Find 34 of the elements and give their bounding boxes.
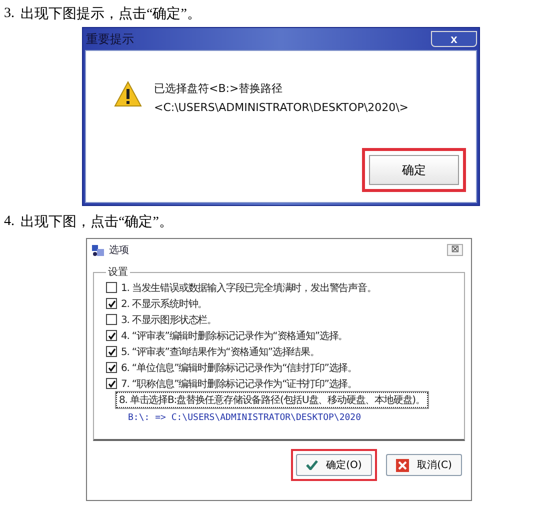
- dialog-title: 重要提示: [86, 30, 134, 48]
- option-label: 6. “单位信息”编辑时删除标记记录作为“信封打印”选择。: [121, 362, 358, 374]
- step-number: 4.: [4, 214, 14, 230]
- checkbox[interactable]: [106, 282, 117, 293]
- select-drive-button[interactable]: 8. 单击选择B:盘替换任意存储设备路径(包括U盘、移动硬盘、本地硬盘)。: [116, 392, 428, 408]
- ok-button[interactable]: 确定: [369, 155, 459, 185]
- option-label: 2. 不显示系统时钟。: [121, 298, 208, 310]
- close-button[interactable]: x: [431, 31, 477, 47]
- close-button[interactable]: ⊠: [447, 244, 463, 256]
- checkbox[interactable]: [106, 378, 117, 389]
- step-text: 出现下图，点击“确定”。: [20, 213, 173, 231]
- warning-icon: [114, 81, 142, 107]
- step-text: 出现下图提示，点击“确定”。: [20, 5, 201, 23]
- option-label: 3. 不显示图形状态栏。: [121, 314, 217, 326]
- cancel-button[interactable]: 取消(C): [386, 454, 462, 476]
- dialog-title: 选项: [109, 244, 129, 257]
- checkbox[interactable]: [106, 362, 117, 373]
- message-text: 已选择盘符<B:>替换路径: [154, 81, 284, 96]
- option-label: 4. “评审表”编辑时删除标记记录作为“资格通知”选择。: [121, 330, 348, 342]
- option-label: 1. 当发生错误或数据输入字段已完全填满时，发出警告声音。: [121, 282, 376, 294]
- group-title: 设置: [107, 266, 129, 279]
- app-icon: [91, 243, 105, 257]
- close-icon: [396, 458, 410, 472]
- ok-button[interactable]: 确定(O): [296, 454, 372, 476]
- checkbox[interactable]: [106, 298, 117, 309]
- step-number: 3.: [4, 6, 14, 22]
- checkbox[interactable]: [106, 346, 117, 357]
- option-label: 5. “评审表”查询结果作为“资格通知”选择结果。: [121, 346, 320, 358]
- message-text: <C:\USERS\ADMINISTRATOR\DESKTOP\2020\>: [154, 101, 409, 114]
- check-icon: [306, 460, 318, 470]
- path-text: B:\: => C:\USERS\ADMINISTRATOR\DESKTOP\2020: [128, 413, 362, 423]
- checkbox[interactable]: [106, 330, 117, 341]
- checkbox[interactable]: [106, 314, 117, 325]
- option-label: 7. “职称信息”编辑时删除标记记录作为“证书打印”选择。: [121, 378, 358, 390]
